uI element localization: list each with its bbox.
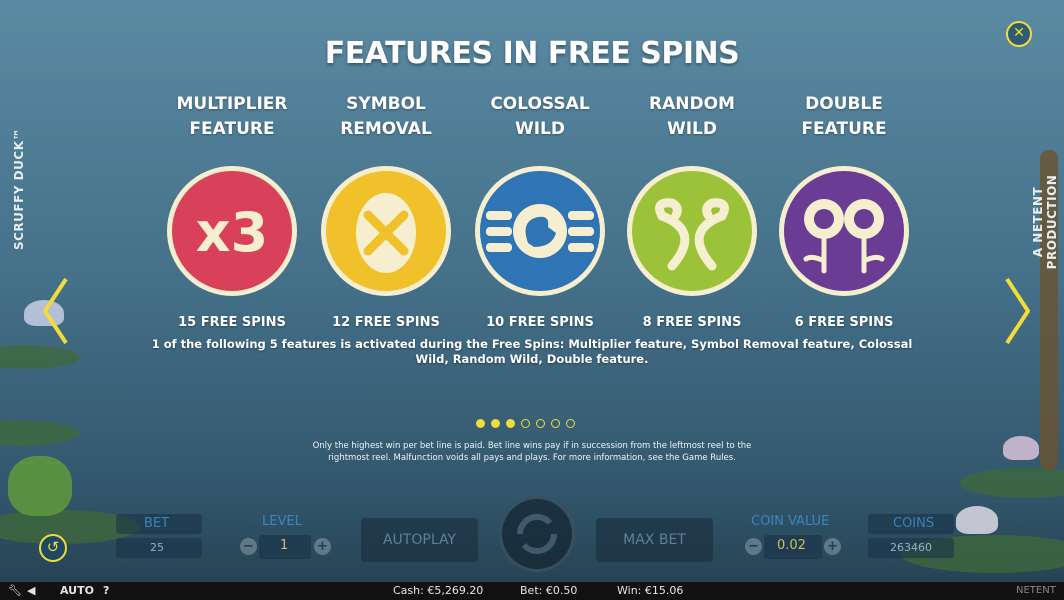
level-value: 1 [280, 538, 289, 553]
coin-value-decrease-button[interactable]: − [745, 538, 762, 555]
multiplier-text: x3 [196, 201, 268, 264]
page-dot[interactable] [491, 419, 500, 428]
back-arrow-icon: ↺ [46, 538, 60, 556]
max-bet-button[interactable]: MAX BET [596, 518, 713, 562]
rules-text: Only the highest win per bet line is pai… [312, 441, 752, 463]
bet-label: BET [144, 516, 170, 531]
feature-multiplier: MULTIPLIER FEATURE x3 15 FREE SPINS [157, 92, 307, 330]
feature-name-line: DOUBLE [805, 94, 883, 114]
free-spins-count: 10 FREE SPINS [486, 315, 594, 330]
free-spins-count: 12 FREE SPINS [332, 315, 440, 330]
autoplay-button[interactable]: AUTOPLAY [361, 518, 478, 562]
coin-value-label: COIN VALUE [751, 514, 830, 529]
close-icon: ✕ [1013, 25, 1025, 41]
feature-name: MULTIPLIER FEATURE [157, 92, 307, 142]
feature-name: SYMBOL REMOVAL [311, 92, 461, 142]
page-dot[interactable] [521, 419, 530, 428]
bet-value: 25 [150, 541, 164, 554]
autoplay-label: AUTOPLAY [382, 532, 456, 548]
feature-name-line: COLOSSAL [490, 94, 590, 114]
chevron-right-icon [1005, 277, 1030, 345]
feature-colossal-wild: COLOSSAL WILD 10 FREE SPINS [465, 92, 615, 330]
page-indicator [476, 419, 575, 428]
free-spins-count: 8 FREE SPINS [642, 315, 742, 330]
double-flower-icon [779, 166, 909, 296]
feature-name-line: MULTIPLIER [176, 94, 288, 114]
auto-label[interactable]: AUTO [60, 584, 94, 597]
coin-value: 0.02 [777, 538, 806, 553]
chevron-left-icon [43, 277, 68, 345]
feature-name: COLOSSAL WILD [465, 92, 615, 142]
x3-multiplier-icon: x3 [167, 166, 297, 296]
egg-cross-icon [321, 166, 451, 296]
frog-icon [8, 456, 72, 516]
max-bet-label: MAX BET [623, 532, 686, 548]
level-increase-button[interactable]: + [314, 538, 331, 555]
spin-button[interactable] [499, 496, 575, 572]
level-label: LEVEL [262, 514, 302, 529]
coins-label: COINS [893, 516, 935, 531]
free-spins-count: 15 FREE SPINS [178, 315, 286, 330]
page-dot[interactable] [536, 419, 545, 428]
netent-logo: NETENT [1016, 585, 1056, 596]
page-dot[interactable] [476, 419, 485, 428]
feature-name-line: RANDOM [649, 94, 735, 114]
feature-name: DOUBLE FEATURE [769, 92, 919, 142]
back-button[interactable]: ↺ [39, 534, 67, 562]
feature-name-line: REMOVAL [340, 119, 432, 139]
producer-text: A NETENT PRODUCTION [1031, 174, 1059, 270]
sound-icon[interactable]: ◀ [27, 584, 35, 597]
lily-pad-right-1 [960, 468, 1064, 498]
feature-name-line: FEATURE [801, 119, 887, 139]
feature-name-line: SYMBOL [346, 94, 426, 114]
status-bar: 🔧︎ ◀ AUTO ? Cash: €5,269.20 Bet: €0.50 W… [0, 582, 1064, 600]
lily-pad-left-2 [0, 420, 80, 446]
coin-value-increase-button[interactable]: + [824, 538, 841, 555]
cash-amount: Cash: €5,269.20 [393, 584, 484, 597]
page-title: FEATURES IN FREE SPINS [324, 36, 740, 71]
game-logo-text: SCRUFFY DUCK™ [12, 128, 26, 251]
page-dot[interactable] [506, 419, 515, 428]
close-button[interactable]: ✕ [1006, 21, 1032, 47]
features-description: 1 of the following 5 features is activat… [151, 337, 913, 366]
game-stage: FEATURES IN FREE SPINS SCRUFFY DUCK™ A N… [0, 0, 1064, 582]
page-dot[interactable] [566, 419, 575, 428]
previous-page-button[interactable] [40, 276, 70, 350]
level-decrease-button[interactable]: − [240, 538, 257, 555]
page-dot[interactable] [551, 419, 560, 428]
coins-value: 263460 [890, 541, 932, 554]
spin-arrows-icon [516, 513, 558, 555]
next-page-button[interactable] [1003, 276, 1033, 350]
swan-icon [475, 166, 605, 296]
feature-name: RANDOM WILD [617, 92, 767, 142]
help-button[interactable]: ? [103, 584, 109, 597]
feature-symbol-removal: SYMBOL REMOVAL 12 FREE SPINS [311, 92, 461, 330]
feature-name-line: WILD [514, 119, 566, 139]
bet-amount: Bet: €0.50 [520, 584, 578, 597]
feature-name-line: WILD [666, 119, 718, 139]
win-amount: Win: €15.06 [617, 584, 684, 597]
settings-wrench-icon[interactable]: 🔧︎ [8, 584, 22, 597]
intertwined-swans-icon [627, 166, 757, 296]
free-spins-count: 6 FREE SPINS [794, 315, 894, 330]
lotus-flower-icon [1003, 436, 1039, 460]
feature-name-line: FEATURE [189, 119, 275, 139]
lotus-flower-icon [956, 506, 998, 534]
feature-double: DOUBLE FEATURE 6 FREE SPINS [769, 92, 919, 330]
feature-random-wild: RANDOM WILD 8 FREE SPINS [617, 92, 767, 330]
